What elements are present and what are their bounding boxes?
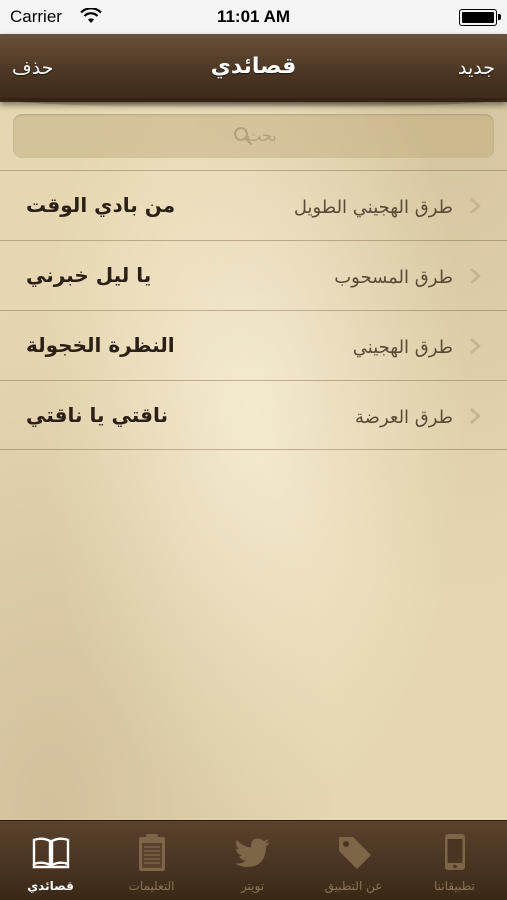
chevron-right-icon bbox=[470, 338, 481, 354]
twitter-bird-icon bbox=[235, 838, 270, 867]
status-bar: Carrier 11:01 AM bbox=[0, 0, 507, 34]
tab-instructions[interactable]: التعليمات bbox=[101, 821, 202, 900]
navigation-bar: حذف قصائدي جديد bbox=[0, 34, 507, 102]
search-input[interactable]: بحث bbox=[13, 114, 494, 158]
tab-twitter[interactable]: تويتر bbox=[202, 821, 303, 900]
list-item[interactable]: ناقتي يا ناقتي طرق العرضة bbox=[0, 380, 507, 450]
clock: 11:01 AM bbox=[216, 7, 291, 26]
search-placeholder: بحث bbox=[246, 126, 277, 145]
poem-title: من بادي الوقت bbox=[26, 193, 176, 217]
list-item[interactable]: من بادي الوقت طرق الهجيني الطويل bbox=[0, 170, 507, 240]
list-item[interactable]: النظرة الخجولة طرق الهجيني bbox=[0, 310, 507, 380]
tab-label: التعليمات bbox=[128, 879, 175, 893]
chevron-right-icon bbox=[470, 198, 481, 214]
tab-our-apps[interactable]: تطبيقاتنا bbox=[404, 821, 505, 900]
phone-icon bbox=[445, 834, 465, 870]
chevron-right-icon bbox=[470, 408, 481, 424]
poem-tariq: طرق الهجيني bbox=[352, 337, 453, 358]
chevron-right-icon bbox=[470, 268, 481, 284]
poem-title: ناقتي يا ناقتي bbox=[26, 403, 168, 427]
book-icon bbox=[32, 837, 70, 869]
tab-my-poems[interactable]: قصائدي bbox=[0, 821, 101, 900]
battery-icon bbox=[459, 9, 501, 26]
page-title: قصائدي bbox=[210, 54, 297, 79]
tab-label: تطبيقاتنا bbox=[434, 879, 475, 893]
poem-tariq: طرق المسحوب bbox=[334, 267, 453, 288]
clipboard-icon bbox=[139, 834, 165, 871]
tag-icon bbox=[339, 837, 371, 869]
poem-tariq: طرق العرضة bbox=[355, 407, 453, 428]
list-item[interactable]: يا ليل خبرني طرق المسحوب bbox=[0, 240, 507, 310]
tab-label: قصائدي bbox=[27, 879, 74, 893]
tab-label: عن التطبيق bbox=[324, 879, 383, 893]
tab-about-app[interactable]: عن التطبيق bbox=[303, 821, 404, 900]
poem-tariq: طرق الهجيني الطويل bbox=[293, 197, 453, 218]
poem-title: النظرة الخجولة bbox=[26, 333, 175, 357]
poem-list: من بادي الوقت طرق الهجيني الطويل يا ليل … bbox=[0, 170, 507, 450]
poem-title: يا ليل خبرني bbox=[26, 263, 152, 287]
tab-label: تويتر bbox=[240, 879, 265, 893]
tab-bar: قصائدي التعليمات تويتر عن التطبيق تطبيقا… bbox=[0, 820, 507, 900]
new-button[interactable]: جديد bbox=[458, 57, 495, 79]
